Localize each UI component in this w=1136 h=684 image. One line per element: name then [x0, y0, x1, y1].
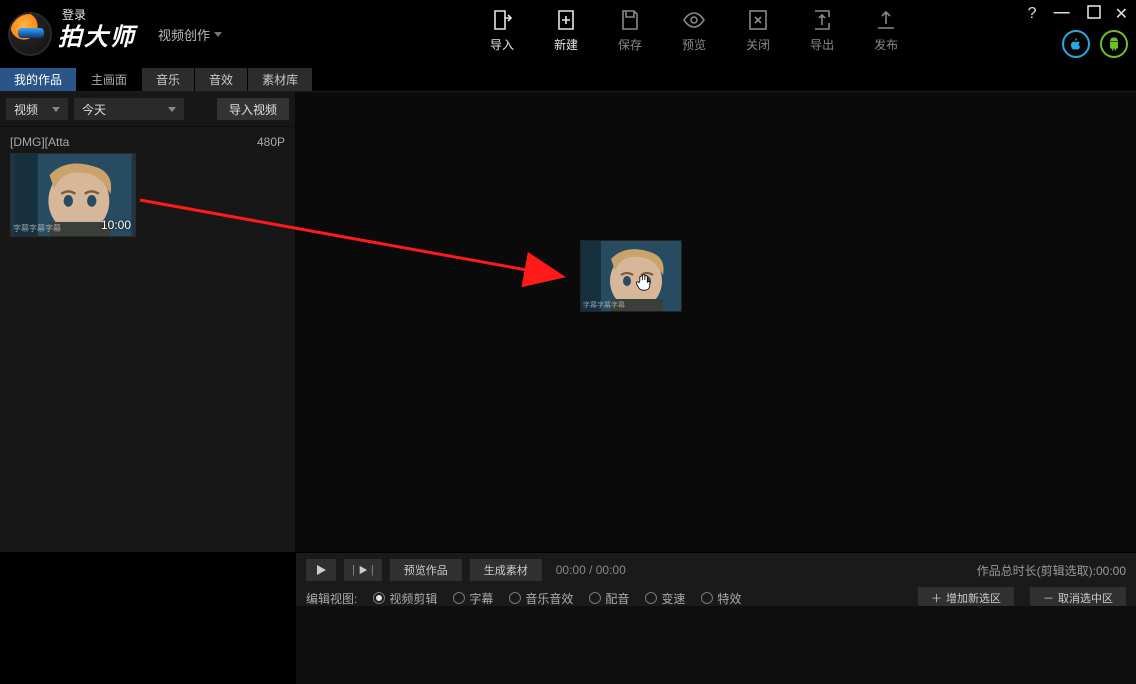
close-file-icon	[746, 8, 770, 32]
toolbar-import-button[interactable]: 导入	[490, 8, 514, 53]
view-video-edit-radio[interactable]: 视频剪辑	[373, 590, 437, 607]
dragged-clip-ghost: 字幕字幕字幕	[580, 240, 682, 312]
minimize-button[interactable]: －	[1051, 10, 1073, 18]
view-music-sfx-label: 音乐音效	[525, 590, 573, 607]
add-selection-label: 增加新选区	[946, 590, 1001, 606]
toolbar-import-label: 导入	[490, 36, 514, 53]
dragged-clip-subtitle: 字幕字幕字幕	[583, 300, 625, 310]
tab-main-canvas-label: 主画面	[91, 71, 127, 88]
cancel-selection-label: 取消选中区	[1058, 590, 1113, 606]
clip-title: [DMG][Atta	[10, 135, 69, 149]
view-fx-radio[interactable]: 特效	[701, 590, 741, 607]
radio-dot-icon	[589, 592, 601, 604]
preview-work-button[interactable]: 预览作品	[390, 559, 462, 581]
clip-resolution: 480P	[257, 135, 285, 149]
ios-platform-button[interactable]	[1062, 30, 1090, 58]
mode-dropdown-label: 视频创作	[158, 25, 210, 44]
caret-down-icon	[168, 107, 176, 112]
transport-bar: | | 预览作品 生成素材 00:00 / 00:00 作品总时长(剪辑选取):…	[296, 552, 1136, 606]
app-logo-icon	[8, 12, 52, 56]
radio-dot-icon	[453, 592, 465, 604]
asset-panel: 视频 今天 导入视频 [DMG][Atta 480P 10:00 字幕字幕字幕	[0, 92, 296, 552]
play-button[interactable]	[306, 559, 336, 581]
view-speed-radio[interactable]: 变速	[645, 590, 685, 607]
view-voiceover-label: 配音	[605, 590, 629, 607]
maximize-button[interactable]	[1087, 5, 1101, 24]
toolbar-new-label: 新建	[554, 36, 578, 53]
generate-material-button[interactable]: 生成素材	[470, 559, 542, 581]
filter-date-label: 今天	[82, 101, 106, 118]
toolbar-publish-label: 发布	[874, 36, 898, 53]
new-file-icon	[554, 8, 578, 32]
filter-date-dropdown[interactable]: 今天	[74, 98, 184, 120]
tab-music-label: 音乐	[156, 71, 180, 88]
time-readout: 00:00 / 00:00	[556, 563, 626, 577]
play-icon	[358, 565, 368, 575]
play-range-button[interactable]: | |	[344, 559, 382, 581]
export-icon	[810, 8, 834, 32]
android-icon	[1106, 36, 1122, 52]
preview-work-label: 预览作品	[404, 562, 448, 578]
view-music-sfx-radio[interactable]: 音乐音效	[509, 590, 573, 607]
toolbar-close-label: 关闭	[746, 36, 770, 53]
save-icon	[618, 8, 642, 32]
help-button[interactable]: ?	[1028, 5, 1037, 23]
window-close-button[interactable]: ✕	[1115, 4, 1128, 24]
tab-materials-label: 素材库	[262, 71, 298, 88]
caret-down-icon	[52, 107, 60, 112]
upload-icon	[874, 8, 898, 32]
toolbar-preview-button[interactable]: 预览	[682, 8, 706, 53]
filter-type-dropdown[interactable]: 视频	[6, 98, 68, 120]
android-platform-button[interactable]	[1100, 30, 1128, 58]
tab-main-canvas[interactable]: 主画面	[77, 68, 141, 91]
tab-music[interactable]: 音乐	[142, 68, 194, 91]
view-subtitle-label: 字幕	[469, 590, 493, 607]
tab-my-works[interactable]: 我的作品	[0, 68, 76, 91]
edit-view-label: 编辑视图:	[306, 590, 357, 607]
tab-sfx-label: 音效	[209, 71, 233, 88]
view-video-edit-label: 视频剪辑	[389, 590, 437, 607]
radio-dot-icon	[701, 592, 713, 604]
toolbar-publish-button[interactable]: 发布	[874, 8, 898, 53]
import-icon	[490, 8, 514, 32]
grab-cursor-icon	[634, 270, 654, 292]
editor-canvas[interactable]: 字幕字幕字幕	[296, 92, 1136, 552]
toolbar-save-button[interactable]: 保存	[618, 8, 642, 53]
radio-dot-icon	[373, 592, 385, 604]
login-link[interactable]: 登录	[62, 6, 86, 23]
toolbar-export-button[interactable]: 导出	[810, 8, 834, 53]
import-video-label: 导入视频	[229, 101, 277, 118]
radio-dot-icon	[645, 592, 657, 604]
generate-material-label: 生成素材	[484, 562, 528, 578]
view-speed-label: 变速	[661, 590, 685, 607]
mode-dropdown[interactable]: 视频创作	[158, 25, 222, 44]
view-voiceover-radio[interactable]: 配音	[589, 590, 629, 607]
view-subtitle-radio[interactable]: 字幕	[453, 590, 493, 607]
tab-sfx[interactable]: 音效	[195, 68, 247, 91]
caret-down-icon	[214, 32, 222, 37]
apple-icon	[1068, 36, 1084, 52]
toolbar-close-button[interactable]: 关闭	[746, 8, 770, 53]
view-fx-label: 特效	[717, 590, 741, 607]
toolbar-preview-label: 预览	[682, 36, 706, 53]
clip-duration: 10:00	[101, 218, 131, 232]
total-duration-label: 作品总时长(剪辑选取):00:00	[977, 562, 1126, 579]
radio-dot-icon	[509, 592, 521, 604]
clip-subtitle: 字幕字幕字幕	[13, 223, 61, 234]
toolbar-new-button[interactable]: 新建	[554, 8, 578, 53]
import-video-button[interactable]: 导入视频	[217, 98, 289, 120]
eye-icon	[682, 8, 706, 32]
play-icon	[315, 564, 327, 576]
tab-my-works-label: 我的作品	[14, 71, 62, 88]
tab-materials[interactable]: 素材库	[248, 68, 312, 91]
toolbar-save-label: 保存	[618, 36, 642, 53]
timeline-area[interactable]	[296, 606, 1136, 684]
clip-thumbnail[interactable]: 10:00 字幕字幕字幕	[10, 153, 136, 237]
filter-type-label: 视频	[14, 101, 38, 118]
toolbar-export-label: 导出	[810, 36, 834, 53]
